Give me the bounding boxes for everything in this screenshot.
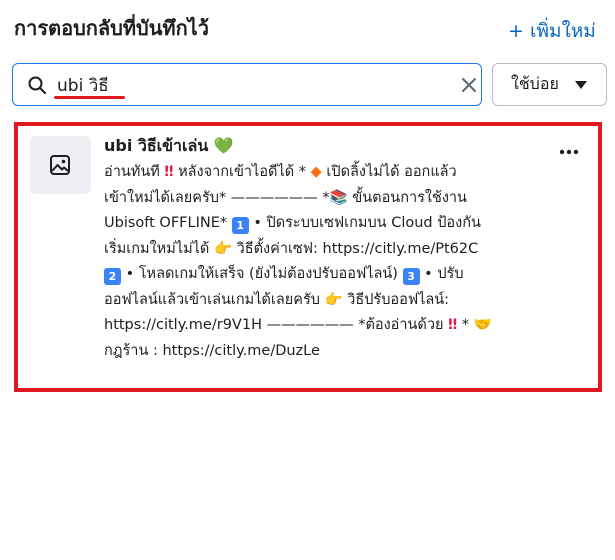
body-text: Ubisoft OFFLINE* (104, 215, 232, 231)
search-field[interactable] (12, 63, 482, 106)
body-line: เริ่มเกมใหม่ไม่ได้ 👉 วิธีตั้งค่าเซฟ: htt… (104, 237, 554, 263)
sort-dropdown[interactable]: ใช้บ่อย (492, 63, 607, 106)
body-text: https://citly.me/r9V1H —————— *ต้องอ่านด… (104, 317, 449, 333)
body-text: กฎร้าน : https://citly.me/DuzLe (104, 342, 320, 359)
body-line: Ubisoft OFFLINE* 1 • ปิดระบบเซฟเกมบน Clo… (104, 211, 554, 237)
saved-reply-title: ubi วิธีเข้าเล่น 💚 (104, 134, 234, 159)
green-heart-emoji: 💚 (213, 136, 234, 155)
add-new-link[interactable]: + เพิ่มใหม่ (508, 16, 596, 46)
keycap-three-emoji: 3 (402, 268, 420, 285)
body-text: • ปรับ (419, 266, 464, 282)
caret-down-icon (575, 81, 587, 89)
keycap-two-emoji: 2 (104, 268, 121, 285)
body-text: ออฟไลน์แล้วเข้าเล่นเกมได้เลยครับ 👉 วิธีป… (104, 291, 450, 308)
body-line: เข้าใหม่ได้เลยครับ* —————— *📚 ขั้นตอนการ… (104, 186, 554, 212)
body-text: เปิดลิ้งไม่ได้ ออกแล้ว (321, 164, 457, 180)
spellcheck-underline (54, 96, 125, 99)
image-icon (50, 155, 70, 175)
saved-reply-title-text: ubi วิธีเข้าเล่น (104, 136, 209, 155)
keycap-one-emoji: 1 (231, 217, 249, 234)
thumbnail (30, 136, 91, 194)
sort-label: ใช้บ่อย (511, 74, 559, 93)
close-icon[interactable] (459, 75, 479, 95)
body-line: อ่านทันที ‼ หลังจากเข้าไอดีได้ * ◆ เปิดล… (104, 160, 554, 186)
body-text: * 🤝 (457, 317, 492, 333)
orange-diamond-emoji: ◆ (310, 164, 322, 180)
page-title: การตอบกลับที่บันทึกไว้ (14, 16, 209, 40)
body-line: กฎร้าน : https://citly.me/DuzLe (104, 339, 554, 365)
body-line: 2 • โหลดเกมให้เสร็จ (ยังไม่ต้องปรับออฟไล… (104, 262, 554, 288)
body-line: https://citly.me/r9V1H —————— *ต้องอ่านด… (104, 313, 554, 339)
more-horizontal-icon[interactable] (558, 148, 580, 156)
body-text: เข้าใหม่ได้เลยครับ* —————— *📚 ขั้นตอนการ… (104, 189, 467, 206)
body-text: อ่านทันที (104, 164, 165, 180)
body-text: • ปิดระบบเซฟเกมบน Cloud ป้องกัน (248, 215, 481, 231)
saved-reply-body: อ่านทันที ‼ หลังจากเข้าไอดีได้ * ◆ เปิดล… (104, 160, 554, 364)
body-line: ออฟไลน์แล้วเข้าเล่นเกมได้เลยครับ 👉 วิธีป… (104, 288, 554, 314)
double-exclamation-emoji: ‼ (448, 317, 458, 333)
search-icon (28, 76, 46, 94)
body-text: • โหลดเกมให้เสร็จ (ยังไม่ต้องปรับออฟไลน์… (121, 266, 403, 282)
body-text: เริ่มเกมใหม่ไม่ได้ 👉 วิธีตั้งค่าเซฟ: htt… (104, 240, 479, 257)
body-text: หลังจากเข้าไอดีได้ * (173, 164, 311, 180)
saved-reply-item[interactable]: ubi วิธีเข้าเล่น 💚 อ่านทันที ‼ หลังจากเข… (14, 122, 602, 392)
double-exclamation-emoji: ‼ (164, 164, 174, 180)
